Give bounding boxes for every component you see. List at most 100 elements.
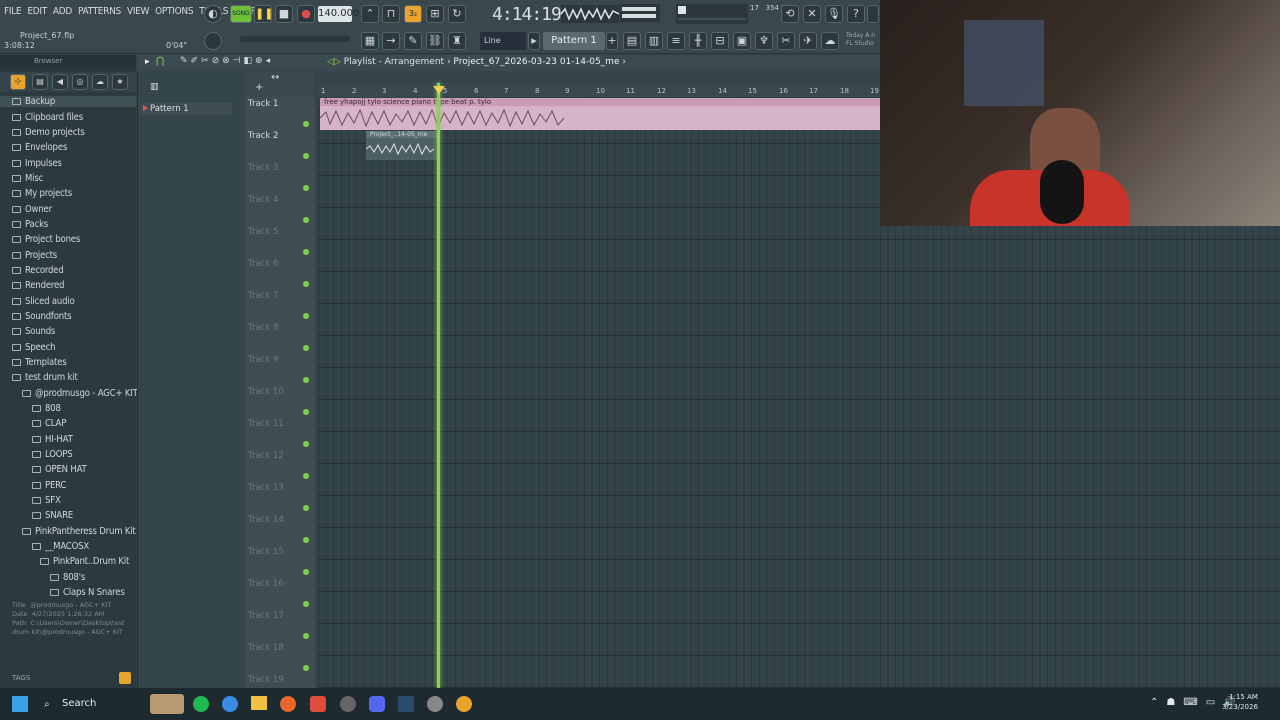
track-14-label[interactable]: Track 14 [248, 515, 284, 525]
browser-item[interactable]: Misc [12, 173, 43, 184]
track-11-enable-icon[interactable] [303, 441, 309, 447]
master-volume-knob[interactable] [204, 32, 222, 50]
stamp-icon[interactable]: ♜ [448, 32, 466, 50]
pattern-piano-icon[interactable]: ▥ [150, 82, 159, 92]
browser-cloud-icon[interactable]: ☁ [92, 74, 108, 90]
stop-icon[interactable]: ■ [275, 5, 293, 23]
track-6-label[interactable]: Track 6 [248, 259, 278, 269]
browser-item[interactable]: PERC [32, 480, 66, 491]
steam-icon[interactable] [398, 696, 414, 712]
taskbar-search[interactable]: Search [38, 694, 148, 714]
browser-item[interactable]: Impulses [12, 158, 62, 169]
record-icon[interactable]: ● [297, 5, 315, 23]
pattern-add-icon[interactable]: + [606, 32, 618, 50]
file-explorer-icon[interactable] [251, 696, 267, 710]
browser-item[interactable]: 808 [32, 403, 61, 414]
cut-icon[interactable]: ✂ [777, 32, 795, 50]
save-icon[interactable]: ▣ [733, 32, 751, 50]
track-18-enable-icon[interactable] [303, 665, 309, 671]
browser-item[interactable]: OPEN HAT [32, 464, 87, 475]
menu-view[interactable]: VIEW [127, 6, 149, 17]
mic-icon[interactable]: ♆ [755, 32, 773, 50]
browser-item[interactable]: @prodmusgo - AGC+ KIT [22, 388, 138, 399]
arrow-right-icon[interactable]: → [382, 32, 400, 50]
track-2-label[interactable]: Track 2 [248, 131, 278, 141]
browser-item[interactable]: Soundfonts [12, 311, 72, 322]
song-mode-button[interactable]: SONG [230, 5, 252, 23]
browser-back-icon[interactable]: ◀ [52, 74, 68, 90]
track-3-label[interactable]: Track 3 [248, 163, 278, 173]
track-13-label[interactable]: Track 13 [248, 483, 284, 493]
spotify-icon[interactable] [193, 696, 209, 712]
browser-item[interactable]: CLAP [32, 418, 66, 429]
step-edit-icon[interactable]: ⊞ [426, 5, 444, 23]
browser-item[interactable]: HI-HAT [32, 434, 73, 445]
track-2-enable-icon[interactable] [303, 153, 309, 159]
firefox-icon[interactable] [280, 696, 296, 712]
menu-file[interactable]: FILE [4, 6, 22, 17]
settings-icon[interactable] [427, 696, 443, 712]
help-icon[interactable]: ? [847, 5, 865, 23]
playhead-marker-icon[interactable] [433, 86, 445, 94]
track-4-label[interactable]: Track 4 [248, 195, 278, 205]
track-5-label[interactable]: Track 5 [248, 227, 278, 237]
chrome-icon[interactable] [222, 696, 238, 712]
song-position-clock[interactable]: 4:14:19 [492, 4, 562, 25]
track-9-enable-icon[interactable] [303, 377, 309, 383]
track-1-enable-icon[interactable] [303, 121, 309, 127]
fl-studio-icon[interactable] [456, 696, 472, 712]
pat-song-knob-icon[interactable]: ◐ [204, 5, 222, 23]
browser-item[interactable]: __MACOSX [32, 541, 89, 552]
track-9-label[interactable]: Track 9 [248, 355, 278, 365]
track-15-label[interactable]: Track 15 [248, 547, 284, 557]
pattern-selector[interactable]: Pattern 1 [543, 32, 605, 50]
master-pitch-slider[interactable] [240, 36, 350, 42]
browser-item[interactable]: LOOPS [32, 449, 73, 460]
browser-star-icon[interactable]: ★ [112, 74, 128, 90]
track-3-enable-icon[interactable] [303, 185, 309, 191]
brave-icon[interactable] [310, 696, 326, 712]
browser-item[interactable]: Packs [12, 219, 48, 230]
browser-item[interactable]: PinkPant..Drum Kit [40, 556, 129, 567]
discord-icon[interactable] [369, 696, 385, 712]
countdown-icon[interactable]: 3₂ [404, 5, 422, 23]
refresh-icon[interactable]: ⟲ [781, 5, 799, 23]
browser-item[interactable]: Backup [0, 96, 136, 107]
pattern-prev-icon[interactable]: ▸ [528, 32, 540, 50]
playlist-menu-icon[interactable]: ▸ [145, 57, 150, 67]
browser-item[interactable]: Demo projects [12, 127, 85, 138]
pencil-icon[interactable]: ✎ [404, 32, 422, 50]
browser-expand-icon[interactable]: ⊹ [10, 74, 26, 90]
track-15-enable-icon[interactable] [303, 569, 309, 575]
playhead[interactable] [437, 83, 440, 688]
tempo-icon[interactable]: ✈ [799, 32, 817, 50]
menu-add[interactable]: ADD [53, 6, 72, 17]
browser-item[interactable]: Envelopes [12, 142, 67, 153]
browser-file-icon[interactable]: ▤ [32, 74, 48, 90]
window-icon[interactable] [867, 5, 879, 23]
browser-item[interactable]: PinkPantheress Drum Kit [22, 526, 136, 537]
track-4-enable-icon[interactable] [303, 217, 309, 223]
menu-patterns[interactable]: PATTERNS [78, 6, 121, 17]
playlist-window-icon[interactable]: ▤ [623, 32, 641, 50]
browser-item[interactable]: Speech [12, 342, 55, 353]
track-8-enable-icon[interactable] [303, 345, 309, 351]
browser-item[interactable]: Owner [12, 204, 52, 215]
track-5-enable-icon[interactable] [303, 249, 309, 255]
track-18-label[interactable]: Track 18 [248, 643, 284, 653]
channel-rack-icon[interactable]: ▥ [645, 32, 663, 50]
add-track-icon[interactable]: + [255, 82, 263, 93]
obs-icon[interactable] [340, 696, 356, 712]
menu-options[interactable]: OPTIONS [155, 6, 193, 17]
track-10-label[interactable]: Track 10 [248, 387, 284, 397]
browser-item[interactable]: Templates [12, 357, 67, 368]
faders-icon[interactable]: ╫ [689, 32, 707, 50]
track-11-label[interactable]: Track 11 [248, 419, 284, 429]
track-13-enable-icon[interactable] [303, 505, 309, 511]
play-icon[interactable]: ◁▷ [327, 57, 341, 67]
track-17-label[interactable]: Track 17 [248, 611, 284, 621]
track-7-label[interactable]: Track 7 [248, 291, 278, 301]
playlist-tools[interactable]: ✎✐✂⊘⊗⊣◧⊕◂ [180, 56, 273, 66]
track-6-enable-icon[interactable] [303, 281, 309, 287]
tempo-display[interactable]: 140.000 [318, 6, 359, 22]
